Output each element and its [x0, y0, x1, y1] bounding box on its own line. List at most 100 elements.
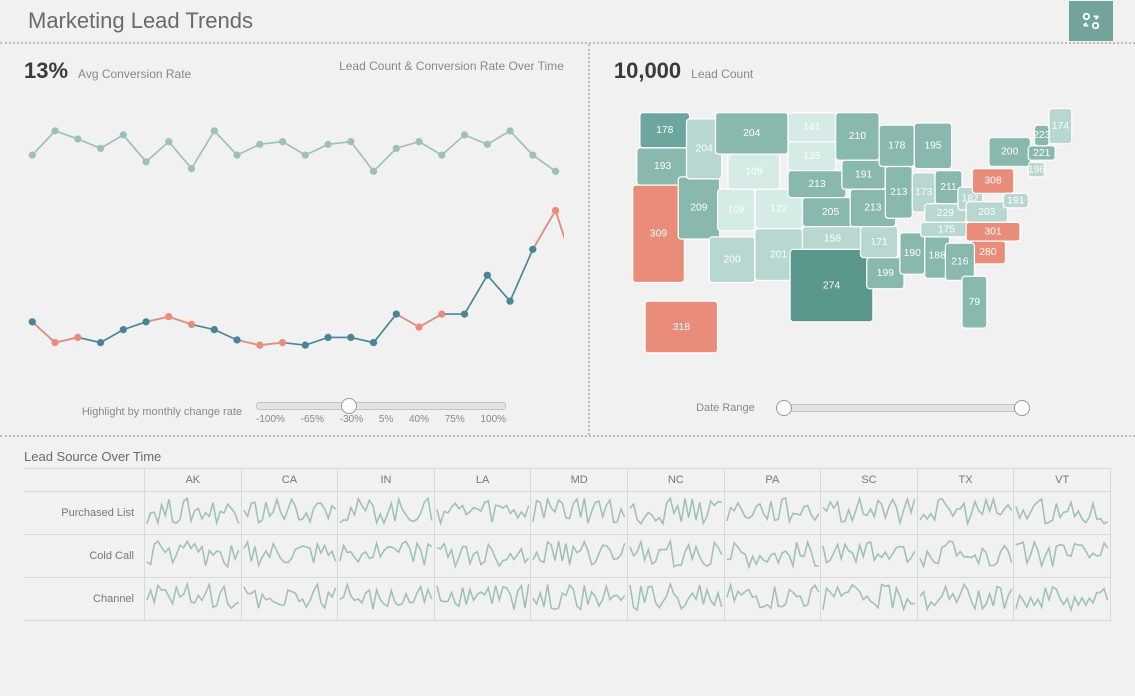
state-TX[interactable]: [790, 249, 873, 321]
slider-tick: 100%: [480, 414, 506, 425]
state-CT[interactable]: [1028, 162, 1045, 176]
state-WY[interactable]: [728, 154, 780, 189]
state-TN[interactable]: [920, 222, 972, 236]
sparkline-cell[interactable]: [1014, 492, 1111, 535]
sparkline-cell[interactable]: [338, 492, 435, 535]
sparkline-cell[interactable]: [531, 578, 628, 621]
slider-tick: -65%: [301, 414, 324, 425]
highlight-slider[interactable]: -100% -65% -30% 5% 40% 75% 100%: [256, 402, 506, 425]
sparkline-cell[interactable]: [531, 535, 628, 578]
state-OK[interactable]: [802, 227, 862, 252]
state-ND[interactable]: [788, 113, 836, 142]
state-WI[interactable]: [879, 125, 914, 166]
column-header[interactable]: SC: [821, 469, 918, 492]
date-range-label: Date Range: [696, 402, 755, 414]
state-AR[interactable]: [860, 227, 897, 258]
state-NY[interactable]: [989, 138, 1030, 167]
state-AK[interactable]: [645, 301, 717, 353]
column-header[interactable]: IN: [338, 469, 435, 492]
sparkline-cell[interactable]: [724, 492, 821, 535]
sparkline-cell[interactable]: [724, 578, 821, 621]
column-header[interactable]: CA: [241, 469, 338, 492]
state-LA[interactable]: [867, 258, 904, 289]
column-header[interactable]: LA: [434, 469, 531, 492]
column-header[interactable]: NC: [627, 469, 724, 492]
state-VA[interactable]: [966, 202, 1007, 223]
state-GA[interactable]: [945, 243, 974, 280]
conversion-panel: 13% Avg Conversion Rate Lead Count & Con…: [0, 44, 590, 435]
sparkline-cell[interactable]: [241, 492, 338, 535]
state-WA[interactable]: [640, 113, 690, 148]
state-NH[interactable]: [1034, 125, 1049, 146]
sparkline-cell[interactable]: [917, 492, 1014, 535]
sparkline-cell[interactable]: [821, 492, 918, 535]
state-SD[interactable]: [788, 142, 836, 171]
state-ME[interactable]: [1049, 109, 1072, 144]
sparkline-cell[interactable]: [627, 535, 724, 578]
share-button[interactable]: [1069, 1, 1113, 41]
row-label: Cold Call: [24, 535, 145, 578]
state-CA[interactable]: [633, 185, 685, 282]
section-title: Lead Source Over Time: [24, 449, 1111, 464]
sparkline-cell[interactable]: [241, 578, 338, 621]
chart-title: Lead Count & Conversion Rate Over Time: [339, 59, 564, 73]
sparkline-cell[interactable]: [145, 578, 242, 621]
sparkline-cell[interactable]: [627, 578, 724, 621]
sparkline-cell[interactable]: [434, 535, 531, 578]
column-header[interactable]: AK: [145, 469, 242, 492]
slider-label: Highlight by monthly change rate: [82, 402, 242, 418]
sparkline-cell[interactable]: [1014, 535, 1111, 578]
kpi-conversion-value: 13%: [24, 58, 68, 84]
row-label: Channel: [24, 578, 145, 621]
sparkline-cell[interactable]: [434, 578, 531, 621]
sparkline-cell[interactable]: [434, 492, 531, 535]
sparkline-cell[interactable]: [917, 578, 1014, 621]
state-FL[interactable]: [962, 276, 987, 328]
sparkline-cell[interactable]: [821, 578, 918, 621]
sparkline-cell[interactable]: [821, 535, 918, 578]
sparkline-cell[interactable]: [338, 578, 435, 621]
state-UT[interactable]: [717, 189, 754, 230]
kpi-conversion-label: Avg Conversion Rate: [78, 67, 191, 81]
slider-tick: 5%: [379, 414, 393, 425]
leadcount-conversion-chart[interactable]: [24, 94, 564, 384]
sparkline-cell[interactable]: [724, 535, 821, 578]
column-header[interactable]: VT: [1014, 469, 1111, 492]
column-header[interactable]: TX: [917, 469, 1014, 492]
sparkline-cell[interactable]: [531, 492, 628, 535]
kpi-leadcount-label: Lead Count: [691, 67, 753, 81]
exchange-icon: [1080, 10, 1102, 32]
state-AZ[interactable]: [709, 237, 755, 283]
state-MS[interactable]: [900, 233, 925, 274]
leadcount-panel: 10,000 Lead Count 1781933092092041082002…: [590, 44, 1135, 435]
kpi-leadcount-value: 10,000: [614, 58, 681, 84]
sparkline-cell[interactable]: [241, 535, 338, 578]
row-label: Purchased List: [24, 492, 145, 535]
state-MT[interactable]: [715, 113, 787, 154]
slider-tick: -100%: [256, 414, 285, 425]
state-MI[interactable]: [914, 123, 951, 169]
sparkline-cell[interactable]: [338, 535, 435, 578]
slider-tick: -30%: [340, 414, 363, 425]
sparkline-cell[interactable]: [917, 535, 1014, 578]
state-MD[interactable]: [1003, 193, 1028, 207]
column-header[interactable]: MD: [531, 469, 628, 492]
date-range-slider[interactable]: [777, 404, 1029, 412]
state-MN[interactable]: [836, 113, 879, 161]
state-NE[interactable]: [788, 171, 846, 198]
sparkline-cell[interactable]: [145, 492, 242, 535]
state-SC[interactable]: [970, 241, 1005, 264]
state-MA[interactable]: [1028, 146, 1055, 160]
state-NC[interactable]: [966, 222, 1020, 241]
lead-source-table: AKCAINLAMDNCPASCTXVT Purchased List Cold…: [24, 468, 1111, 621]
us-map[interactable]: 1781933092092041082002041091222011411352…: [614, 94, 1111, 384]
state-NV[interactable]: [678, 177, 719, 239]
sparkline-cell[interactable]: [145, 535, 242, 578]
state-PA[interactable]: [972, 169, 1013, 194]
column-header[interactable]: PA: [724, 469, 821, 492]
sparkline-cell[interactable]: [1014, 578, 1111, 621]
page-title: Marketing Lead Trends: [28, 8, 1069, 34]
sparkline-cell[interactable]: [627, 492, 724, 535]
slider-tick: 75%: [445, 414, 465, 425]
state-IL[interactable]: [885, 167, 912, 219]
